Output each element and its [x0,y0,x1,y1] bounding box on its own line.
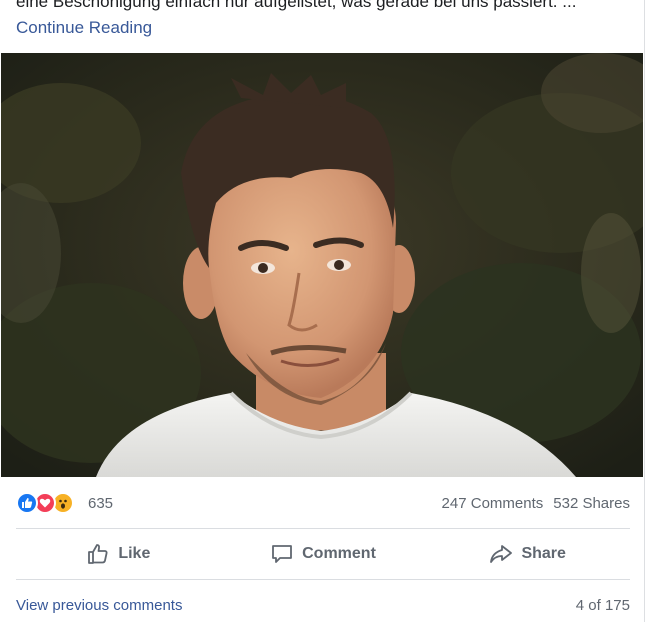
like-button[interactable]: Like [16,530,221,578]
action-bar: Like Comment Share [16,530,630,578]
continue-reading-link[interactable]: Continue Reading [16,17,152,39]
post-card: eine Beschönigung einfach nur aufgeliste… [0,0,645,622]
shares-count-link[interactable]: 532 Shares [553,495,630,512]
post-photo[interactable] [1,53,643,477]
reactions-bar: 635 247 Comments 532 Shares [16,488,630,518]
divider [16,528,630,529]
like-icon [16,492,38,514]
comment-button[interactable]: Comment [221,530,426,578]
comments-page-count: 4 of 175 [575,597,630,614]
divider [16,579,630,580]
share-label: Share [521,545,566,562]
reaction-icons[interactable] [16,492,86,514]
portrait-photo-illustration [1,53,643,477]
thumbs-up-icon [88,544,108,564]
comment-label: Comment [302,545,376,562]
share-arrow-icon [490,545,513,563]
comment-bubble-icon [272,545,293,563]
comments-count-link[interactable]: 247 Comments [442,495,544,512]
share-button[interactable]: Share [425,530,630,578]
engagement-counts: 247 Comments 532 Shares [442,495,630,512]
view-previous-comments-link[interactable]: View previous comments [16,597,182,614]
post-text: eine Beschönigung einfach nur aufgeliste… [16,0,577,11]
like-label: Like [118,545,151,562]
comments-footer: View previous comments 4 of 175 [16,596,630,618]
reaction-count[interactable]: 635 [88,495,113,512]
